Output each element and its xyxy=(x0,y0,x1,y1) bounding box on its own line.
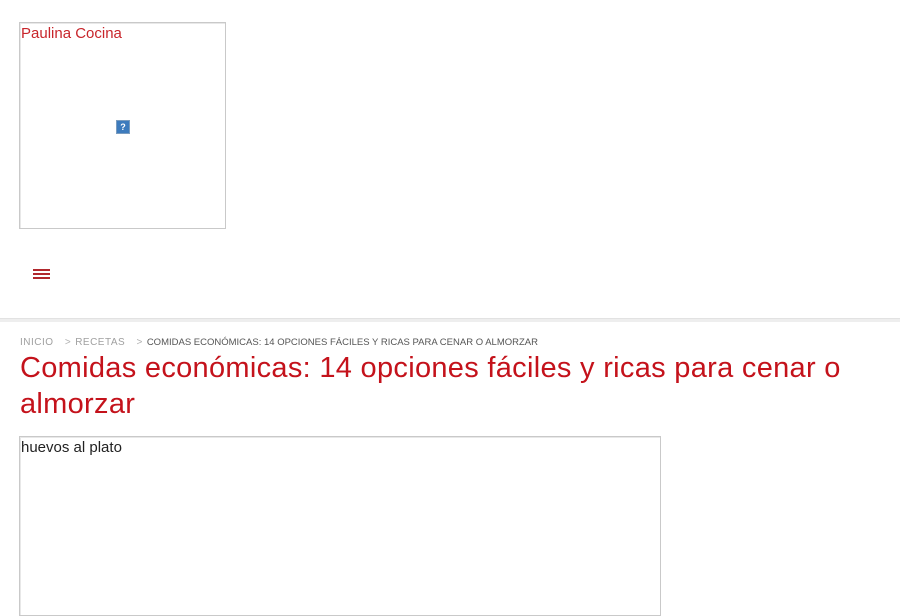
site-header: Paulina Cocina ? xyxy=(0,0,900,318)
site-logo-link[interactable]: Paulina Cocina ? xyxy=(19,22,226,229)
header-divider xyxy=(0,318,900,322)
menu-bar-top xyxy=(33,269,50,271)
broken-image-icon: ? xyxy=(116,120,130,134)
logo-alt-text[interactable]: Paulina Cocina xyxy=(21,25,122,42)
hamburger-menu-icon[interactable] xyxy=(33,269,51,283)
breadcrumb-item-recetas[interactable]: Recetas xyxy=(75,337,125,348)
hero-image-alt-text: huevos al plato xyxy=(21,439,122,456)
hero-image: huevos al plato xyxy=(19,436,661,616)
breadcrumb: Inicio > Recetas > Comidas económicas: 14 … xyxy=(20,337,538,348)
page-title: Comidas económicas: 14 opciones fáciles … xyxy=(20,352,841,420)
menu-bar-middle xyxy=(33,273,50,275)
breadcrumb-separator: > xyxy=(64,337,72,348)
menu-bar-bottom xyxy=(33,277,50,279)
breadcrumb-item-inicio[interactable]: Inicio xyxy=(20,337,54,348)
breadcrumb-current: Comidas económicas: 14 opciones fáciles … xyxy=(146,337,538,348)
breadcrumb-separator: > xyxy=(136,337,143,348)
